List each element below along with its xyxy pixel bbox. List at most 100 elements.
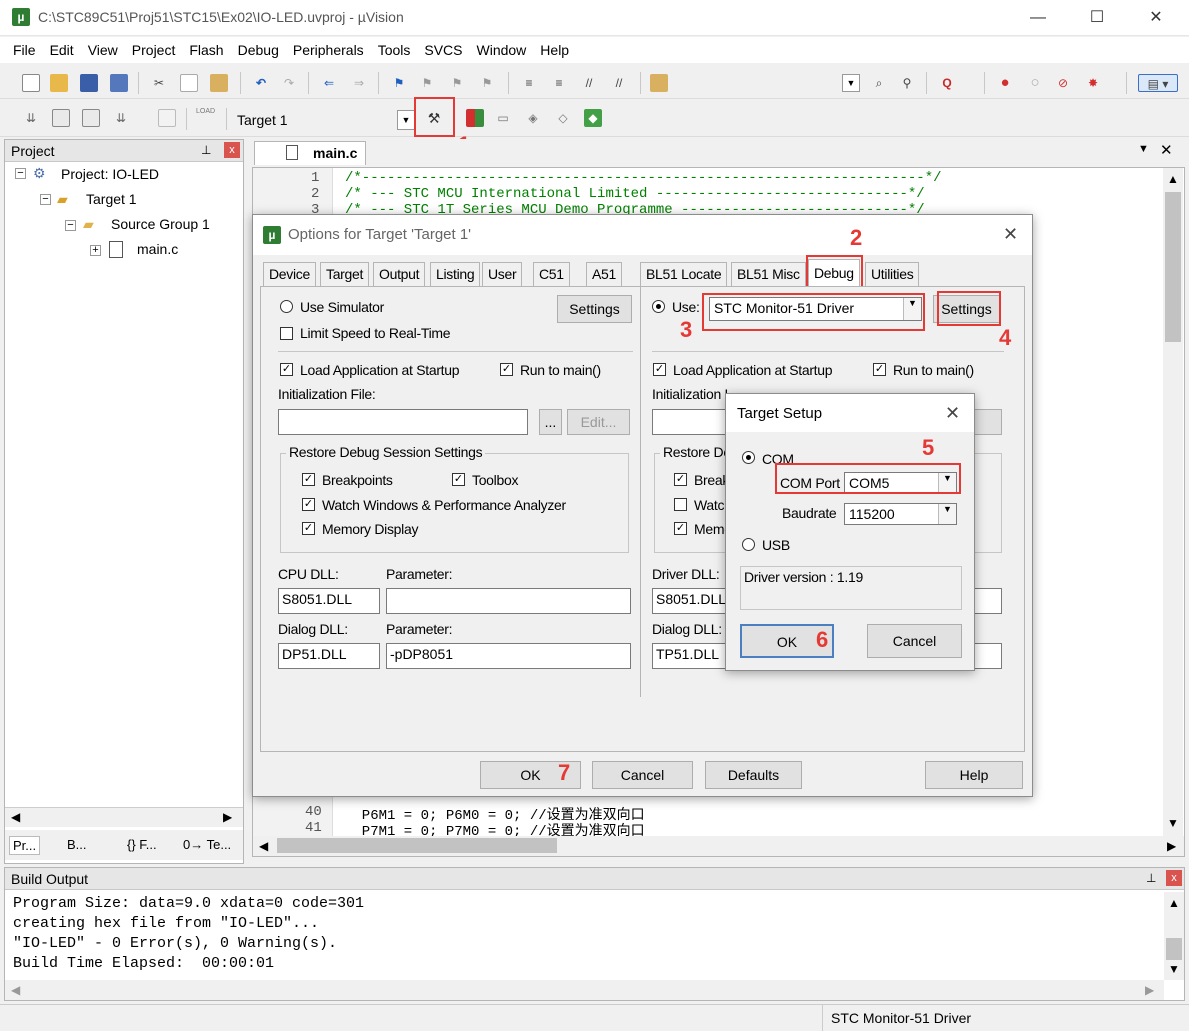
options-dialog-close-icon[interactable]: ✕ (1003, 224, 1018, 245)
window-layout-icon[interactable]: ▤ ▾ (1138, 74, 1178, 92)
tab-list-dropdown[interactable]: ▼ (1138, 143, 1149, 155)
build-hscrollbar[interactable]: ◀ ▶ (5, 980, 1164, 1000)
tab-output[interactable]: Output (373, 262, 426, 286)
copy-icon[interactable] (180, 74, 198, 92)
tab-templates[interactable]: 0→ Te... (183, 837, 231, 852)
find-icon[interactable]: ⌕ (870, 74, 888, 92)
translate-icon[interactable]: ⇊ (22, 109, 40, 127)
download-icon[interactable]: LOAD (196, 107, 215, 125)
minimize-button[interactable]: — (1023, 6, 1053, 30)
indent-icon[interactable]: ≡ (520, 74, 538, 92)
left-memory-checkbox[interactable]: ✓ (302, 522, 315, 535)
bookmark-icon[interactable]: ⚑ (390, 74, 408, 92)
open-folder-icon[interactable] (50, 74, 68, 92)
comment-icon[interactable]: // (580, 74, 598, 92)
options-cancel-button[interactable]: Cancel (592, 761, 693, 789)
manage-runtime-icon[interactable]: ◆ (584, 109, 602, 127)
use-driver-radio[interactable] (652, 300, 665, 313)
pin-icon[interactable]: ⊥ (201, 143, 211, 157)
prev-bookmark-icon[interactable]: ⚑ (418, 74, 436, 92)
right-load-app-checkbox[interactable]: ✓ (653, 363, 666, 376)
tab-bl51-misc[interactable]: BL51 Misc (731, 262, 806, 286)
navigate-forward-icon[interactable]: ⇒ (350, 74, 368, 92)
save-icon[interactable] (80, 74, 98, 92)
usb-radio[interactable] (742, 538, 755, 551)
select-packs-icon[interactable]: ▭ (494, 109, 512, 127)
use-simulator-radio[interactable] (280, 300, 293, 313)
incremental-find-icon[interactable]: ⚲ (898, 74, 916, 92)
tree-target[interactable]: Target 1 (86, 191, 137, 207)
uncomment-icon[interactable]: // (610, 74, 628, 92)
limit-speed-checkbox[interactable] (280, 327, 293, 340)
tab-a51[interactable]: A51 (586, 262, 623, 286)
tab-user[interactable]: User (482, 262, 523, 286)
rebuild-icon[interactable] (82, 109, 100, 127)
close-tab-icon[interactable]: ✕ (1160, 141, 1173, 159)
left-toolbox-checkbox[interactable]: ✓ (452, 473, 465, 486)
kill-breakpoints-icon[interactable]: ✸ (1084, 74, 1102, 92)
dialog-param-input[interactable]: -pDP8051 (386, 643, 631, 669)
stop-build-icon[interactable] (158, 109, 176, 127)
new-file-icon[interactable] (22, 74, 40, 92)
cut-icon[interactable]: ✂ (150, 74, 168, 92)
find-in-files-icon[interactable] (650, 74, 668, 92)
driver-dll-input[interactable]: S8051.DLL (652, 588, 726, 614)
options-help-button[interactable]: Help (925, 761, 1023, 789)
tab-bl51-locate[interactable]: BL51 Locate (640, 262, 728, 286)
menu-peripherals[interactable]: Peripherals (286, 37, 371, 63)
dialog-dll-input[interactable]: DP51.DLL (278, 643, 380, 669)
menu-edit[interactable]: Edit (43, 37, 81, 63)
cpu-dll-input[interactable]: S8051.DLL (278, 588, 380, 614)
collapse-target-icon[interactable]: − (40, 194, 51, 205)
maximize-button[interactable]: ☐ (1082, 6, 1112, 30)
undo-icon[interactable]: ↶ (252, 74, 270, 92)
editor-hscrollbar[interactable]: ◀ ▶ (253, 836, 1184, 856)
simulator-settings-button[interactable]: Settings (557, 295, 632, 323)
tab-device[interactable]: Device (263, 262, 316, 286)
unindent-icon[interactable]: ≡ (550, 74, 568, 92)
batch-build-icon[interactable]: ⇊ (112, 109, 130, 127)
tab-main-c[interactable]: main.c (254, 141, 366, 165)
right-breakpoints-checkbox[interactable]: ✓ (674, 473, 687, 486)
left-watch-checkbox[interactable]: ✓ (302, 498, 315, 511)
left-edit-button[interactable]: Edit... (567, 409, 630, 435)
target-select-label[interactable]: Target 1 (237, 112, 288, 128)
right-dialog-param-input[interactable] (974, 643, 1002, 669)
build-icon[interactable] (52, 109, 70, 127)
enable-breakpoint-icon[interactable]: ○ (1026, 74, 1044, 92)
options-defaults-button[interactable]: Defaults (705, 761, 802, 789)
manage-components-icon[interactable] (466, 109, 484, 127)
baudrate-select[interactable]: 115200 ▼ (844, 503, 957, 525)
collapse-group-icon[interactable]: − (65, 220, 76, 231)
right-memory-checkbox[interactable]: ✓ (674, 522, 687, 535)
tab-project[interactable]: Pr... (9, 836, 41, 855)
menu-tools[interactable]: Tools (371, 37, 418, 63)
menu-flash[interactable]: Flash (182, 37, 230, 63)
expand-file-icon[interactable]: + (90, 245, 101, 256)
project-hscrollbar[interactable]: ◀ ▶ (5, 807, 243, 827)
find-combo-dropdown[interactable]: ▼ (842, 74, 860, 92)
save-all-icon[interactable] (110, 74, 128, 92)
com-radio[interactable] (742, 451, 755, 464)
right-run-main-checkbox[interactable]: ✓ (873, 363, 886, 376)
left-breakpoints-checkbox[interactable]: ✓ (302, 473, 315, 486)
target-setup-cancel-button[interactable]: Cancel (867, 624, 962, 658)
left-load-app-checkbox[interactable]: ✓ (280, 363, 293, 376)
close-window-button[interactable]: ✕ (1141, 6, 1171, 30)
target-setup-close-icon[interactable]: ✕ (945, 403, 960, 424)
menu-debug[interactable]: Debug (231, 37, 286, 63)
left-browse-button[interactable]: ... (539, 409, 562, 435)
right-watch-checkbox[interactable] (674, 498, 687, 511)
left-run-main-checkbox[interactable]: ✓ (500, 363, 513, 376)
right-dialog-dll-input[interactable]: TP51.DLL (652, 643, 726, 669)
paste-icon[interactable] (210, 74, 228, 92)
target-select-dropdown[interactable]: ▼ (397, 110, 415, 130)
tab-functions[interactable]: {} F... (127, 837, 157, 852)
menu-svcs[interactable]: SVCS (417, 37, 469, 63)
tab-books[interactable]: B... (67, 837, 87, 852)
project-panel-close-icon[interactable]: x (224, 142, 240, 158)
cpu-param-input[interactable] (386, 588, 631, 614)
tab-listing[interactable]: Listing (430, 262, 481, 286)
tree-source-group[interactable]: Source Group 1 (111, 216, 210, 232)
driver-param-input[interactable] (974, 588, 1002, 614)
